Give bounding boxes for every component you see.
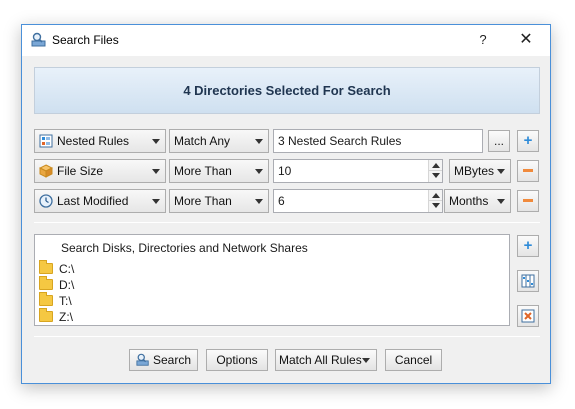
- chevron-down-icon: [497, 169, 505, 174]
- plus-icon: +: [523, 132, 533, 149]
- title-bar: Search Files ? ✕: [22, 25, 550, 56]
- window-title: Search Files: [52, 33, 119, 47]
- spinbox-value: 6: [278, 194, 285, 208]
- folder-icon: [39, 292, 53, 306]
- list-item[interactable]: Z:\: [39, 308, 73, 325]
- chevron-down-icon: [255, 169, 263, 174]
- search-app-icon: [31, 32, 46, 47]
- spin-down-icon[interactable]: [432, 203, 440, 208]
- spin-up-icon[interactable]: [432, 163, 440, 168]
- search-button[interactable]: Search: [129, 349, 198, 371]
- rule-condition-label: Match Any: [174, 134, 231, 148]
- rule-value-spinbox-2[interactable]: 10: [273, 159, 443, 183]
- rule-type-select-2[interactable]: File Size: [34, 159, 166, 183]
- directories-list[interactable]: Search Disks, Directories and Network Sh…: [34, 234, 510, 326]
- remove-rule-button-2[interactable]: [517, 160, 539, 182]
- chevron-down-icon: [497, 199, 505, 204]
- delete-icon: [521, 309, 535, 323]
- rule-condition-label: More Than: [174, 194, 232, 208]
- close-button[interactable]: ✕: [512, 29, 540, 51]
- directory-path: Z:\: [59, 310, 73, 324]
- rule-condition-label: More Than: [174, 164, 232, 178]
- chevron-down-icon: [152, 169, 160, 174]
- rule-condition-select-3[interactable]: More Than: [169, 189, 269, 213]
- chevron-down-icon: [152, 199, 160, 204]
- divider: [34, 336, 540, 337]
- spin-buttons[interactable]: [428, 160, 442, 182]
- chevron-down-icon: [255, 199, 263, 204]
- directory-path: C:\: [59, 262, 75, 276]
- selection-banner: 4 Directories Selected For Search: [34, 67, 540, 114]
- directory-path: D:\: [59, 278, 75, 292]
- browse-nested-rules-button[interactable]: ...: [488, 130, 510, 152]
- remove-rule-button-3[interactable]: [517, 190, 539, 212]
- remove-directory-button[interactable]: [517, 305, 539, 327]
- search-files-dialog: Search Files ? ✕ 4 Directories Selected …: [21, 24, 551, 384]
- columns-icon: [521, 274, 535, 288]
- divider: [34, 222, 540, 223]
- list-item[interactable]: C:\: [39, 260, 75, 277]
- clock-icon: [39, 194, 53, 208]
- list-header: Search Disks, Directories and Network Sh…: [61, 241, 308, 255]
- search-icon: [136, 353, 149, 366]
- add-directory-button[interactable]: +: [517, 235, 539, 257]
- list-item[interactable]: T:\: [39, 292, 72, 309]
- chevron-down-icon: [152, 139, 160, 144]
- rule-type-label: Nested Rules: [57, 134, 130, 148]
- plus-icon: +: [523, 237, 533, 254]
- rule-condition-select-2[interactable]: More Than: [169, 159, 269, 183]
- list-item[interactable]: D:\: [39, 276, 75, 293]
- edit-directories-button[interactable]: [517, 270, 539, 292]
- rule-type-label: Last Modified: [57, 194, 129, 208]
- add-rule-button[interactable]: +: [517, 130, 539, 152]
- rule-type-select-3[interactable]: Last Modified: [34, 189, 166, 213]
- unit-label: MBytes: [454, 164, 495, 178]
- cancel-button[interactable]: Cancel: [385, 349, 442, 371]
- spinbox-value: 10: [278, 164, 292, 178]
- search-button-label: Search: [152, 353, 192, 367]
- options-button[interactable]: Options: [206, 349, 268, 371]
- spin-up-icon[interactable]: [432, 193, 440, 198]
- match-mode-dropdown[interactable]: Match All Rules: [275, 349, 377, 371]
- spin-buttons[interactable]: [428, 190, 442, 212]
- help-button[interactable]: ?: [469, 29, 497, 51]
- minus-icon: [523, 169, 533, 173]
- rule-condition-select-1[interactable]: Match Any: [169, 129, 269, 153]
- directory-path: T:\: [59, 294, 72, 308]
- time-unit-select[interactable]: Months: [444, 189, 511, 213]
- nested-rules-icon: [39, 134, 53, 148]
- unit-label: Months: [449, 194, 489, 208]
- rule-value-field-1[interactable]: 3 Nested Search Rules: [273, 129, 483, 153]
- minus-icon: [523, 199, 533, 203]
- file-size-icon: [39, 164, 53, 178]
- rule-type-select-1[interactable]: Nested Rules: [34, 129, 166, 153]
- rule-type-label: File Size: [57, 164, 104, 178]
- match-mode-label: Match All Rules: [279, 353, 362, 367]
- folder-icon: [39, 308, 53, 322]
- spin-down-icon[interactable]: [432, 173, 440, 178]
- folder-icon: [39, 260, 53, 274]
- size-unit-select[interactable]: MBytes: [449, 159, 511, 183]
- folder-icon: [39, 276, 53, 290]
- chevron-down-icon: [362, 358, 370, 363]
- rule-value-spinbox-3[interactable]: 6: [273, 189, 443, 213]
- chevron-down-icon: [255, 139, 263, 144]
